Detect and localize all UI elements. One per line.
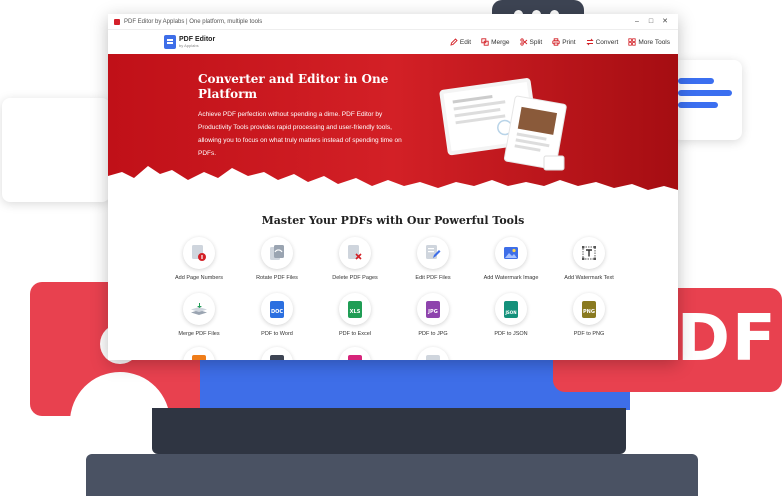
tools-grid: Add Page Numbers Rotate PDF Files Delete… [108,237,678,360]
edit-file-icon [426,245,441,259]
top-nav: Edit Merge Split Print Convert More Tool… [450,38,670,46]
tool-pdf-to-excel[interactable]: XLS PDF to Excel [310,293,400,337]
logo-name: PDF Editor [179,36,216,43]
rotate-icon [270,245,284,260]
app-header: PDF Editor by Applabs Edit Merge Split P… [108,30,678,54]
nav-more-tools[interactable]: More Tools [628,38,670,46]
grid-icon [628,38,636,46]
nav-merge[interactable]: Merge [481,38,510,46]
tool-pdf-to-json[interactable]: JSON PDF to JSON [466,293,556,337]
tools-section-title: Master Your PDFs with Our Powerful Tools [261,214,525,227]
nav-edit[interactable]: Edit [450,38,471,46]
tool-add-watermark-image[interactable]: Add Watermark Image [466,237,556,281]
tool-row3-3[interactable] [310,347,400,360]
close-button[interactable]: ✕ [658,14,672,30]
tool-pdf-to-word[interactable]: DOC PDF to Word [232,293,322,337]
nav-print[interactable]: Print [552,38,576,46]
jpg-file-icon: JPG [426,300,440,318]
app-window: PDF Editor by Applabs | One platform, mu… [108,14,678,360]
tool-row3-2[interactable] [232,347,322,360]
watermark-text-icon [582,246,596,260]
tool-add-page-numbers[interactable]: Add Page Numbers [154,237,244,281]
monitor-base-decoration [152,408,626,454]
tool-row3-4[interactable] [388,347,478,360]
dark-file-icon [270,354,284,360]
tool-merge-pdf-files[interactable]: Merge PDF Files [154,293,244,337]
tool-edit-pdf-files[interactable]: Edit PDF Files [388,237,478,281]
png-file-icon: PNG [582,300,596,318]
right-card-decoration [672,60,742,140]
tool-add-watermark-text[interactable]: Add Watermark Text [544,237,634,281]
orange-file-icon [192,354,206,360]
tool-rotate-pdf[interactable]: Rotate PDF Files [232,237,322,281]
logo-icon [164,35,176,49]
logo[interactable]: PDF Editor by Applabs [164,35,215,49]
page-number-icon [192,245,206,261]
minimize-button[interactable]: – [630,14,644,30]
watermark-image-icon [504,247,518,259]
delete-page-icon [348,245,362,260]
hero-mountain-silhouette [108,166,678,196]
hero-banner: Converter and Editor in One Platform Ach… [108,54,678,196]
window-titlebar: PDF Editor by Applabs | One platform, mu… [108,14,678,30]
gray-file-icon [426,354,440,360]
merge-files-icon [191,303,207,315]
json-file-icon: JSON [504,300,518,318]
tool-delete-pdf-pages[interactable]: Delete PDF Pages [310,237,400,281]
split-icon [519,38,528,46]
convert-icon [585,38,594,46]
print-icon [552,38,560,46]
nav-split[interactable]: Split [519,38,542,46]
tool-pdf-to-jpg[interactable]: JPG PDF to JPG [388,293,478,337]
left-card-decoration [2,98,110,202]
hero-title: Converter and Editor in One Platform [198,72,389,101]
edit-icon [450,38,458,46]
doc-file-icon: DOC [270,300,284,318]
app-icon [114,18,120,25]
monitor-stand-decoration [86,454,698,496]
maximize-button[interactable]: □ [644,14,658,30]
logo-subtitle: by Applabs [179,43,199,48]
xls-file-icon: XLS [348,300,362,318]
tool-row3-1[interactable] [154,347,244,360]
tool-pdf-to-png[interactable]: PNG PDF to PNG [544,293,634,337]
merge-icon [481,38,489,46]
pink-file-icon [348,354,362,360]
window-title: PDF Editor by Applabs | One platform, mu… [124,18,263,25]
nav-convert[interactable]: Convert [585,38,618,46]
